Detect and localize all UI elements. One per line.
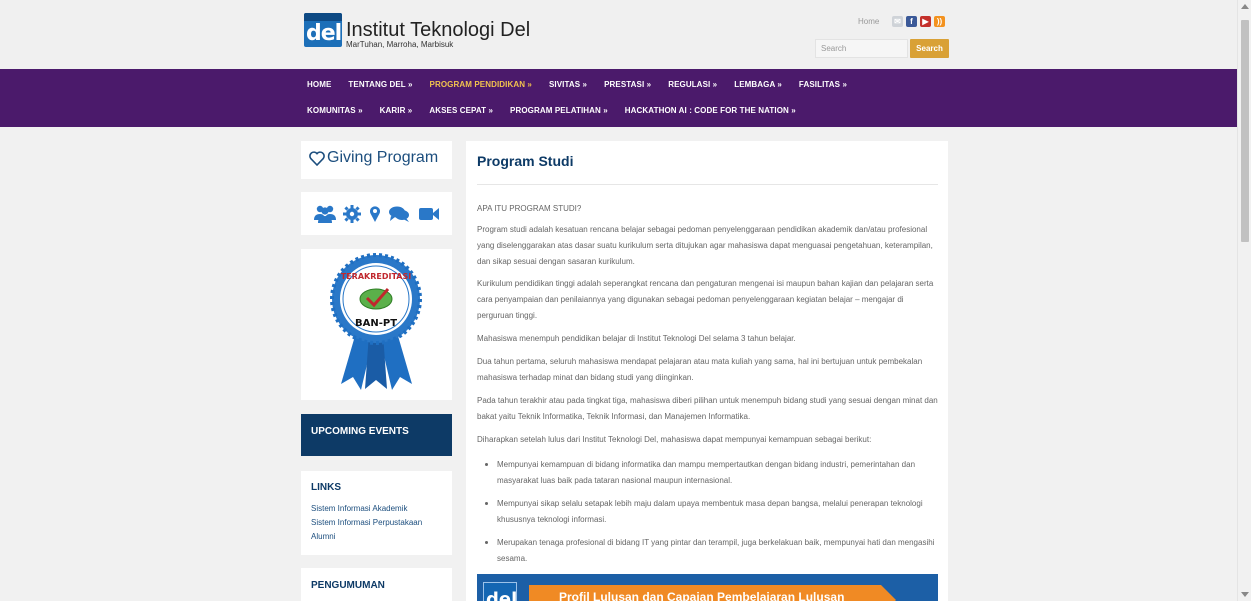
quick-icons-widget [301, 192, 452, 235]
link-sistem-informasi-akademik[interactable]: Sistem Informasi Akademik [311, 504, 407, 513]
nav-item-prestasi[interactable]: PRESTASI » [604, 80, 651, 94]
banner-logo: del [483, 582, 517, 601]
banner-title-bar: Profil Lulusan dan Capaian Pembelajaran … [529, 585, 881, 601]
search-input[interactable]: Search [815, 39, 908, 58]
link-sistem-informasi-perpustakaan[interactable]: Sistem Informasi Perpustakaan [311, 518, 422, 527]
paragraph: Diharapkan setelah lulus dari Institut T… [477, 435, 872, 444]
section-heading: APA ITU PROGRAM STUDI? [477, 204, 582, 213]
nav-item-regulasi[interactable]: REGULASI » [668, 80, 717, 94]
title-divider [477, 184, 938, 185]
nav-row-2: KOMUNITAS » KARIR » AKSES CEPAT » PROGRA… [307, 106, 813, 120]
paragraph: Program studi adalah kesatuan rencana be… [477, 225, 933, 266]
upcoming-events-widget: UPCOMING EVENTS [301, 414, 452, 456]
paragraph: Mahasiswa menempuh pendidikan belajar di… [477, 334, 796, 343]
home-link[interactable]: Home [858, 17, 879, 26]
scrollbar-thumb[interactable] [1241, 20, 1249, 242]
badge-top-text: TERAKREDITASI [341, 272, 412, 281]
users-icon[interactable] [313, 204, 337, 224]
list-item: Merupakan tenaga profesional di bidang I… [485, 535, 939, 567]
nav-row-1: HOME TENTANG DEL » PROGRAM PENDIDIKAN » … [307, 80, 864, 94]
comments-icon[interactable] [388, 204, 410, 224]
vertical-scrollbar[interactable] [1237, 0, 1251, 601]
giving-program-label: Giving Program [327, 149, 439, 166]
mail-icon[interactable]: ✉ [892, 16, 903, 27]
list-item-text: Mempunyai kemampuan di bidang informatik… [497, 460, 916, 485]
list-item: Mempunyai kemampuan di bidang informatik… [485, 457, 939, 489]
nav-item-karir[interactable]: KARIR » [380, 106, 413, 120]
badge-bottom-text: BAN-PT [355, 318, 397, 329]
banner-title: Profil Lulusan dan Capaian Pembelajaran … [559, 590, 845, 601]
accreditation-badge-widget: TERAKREDITASI BAN-PT [301, 249, 452, 400]
bullet-dot [485, 502, 488, 505]
site-subtitle: MarTuhan, Marroha, Marbisuk [346, 40, 454, 49]
site-title[interactable]: Institut Teknologi Del [346, 19, 530, 42]
main-navigation: HOME TENTANG DEL » PROGRAM PENDIDIKAN » … [0, 69, 1237, 127]
list-item: Mempunyai sikap selalu setapak lebih maj… [485, 496, 939, 528]
scroll-up-arrow[interactable] [1241, 4, 1249, 9]
nav-item-program-pelatihan[interactable]: PROGRAM PELATIHAN » [510, 106, 608, 120]
rss-icon[interactable]: )) [934, 16, 945, 27]
gear-icon[interactable] [343, 204, 361, 224]
paragraph: Dua tahun pertama, seluruh mahasiswa men… [477, 357, 923, 382]
list-item-text: Mempunyai sikap selalu setapak lebih maj… [497, 499, 923, 524]
nav-item-tentang-del[interactable]: TENTANG DEL » [348, 80, 412, 94]
banner-arrow [881, 585, 896, 601]
site-logo[interactable]: del [304, 13, 342, 47]
map-marker-icon[interactable] [369, 204, 381, 224]
paragraph: Pada tahun terakhir atau pada tingkat ti… [477, 396, 938, 421]
bullet-dot [485, 541, 488, 544]
facebook-icon[interactable]: f [906, 16, 917, 27]
nav-item-hackathon[interactable]: HACKATHON AI : CODE FOR THE NATION » [625, 106, 796, 120]
pengumuman-title: PENGUMUMAN [311, 580, 385, 591]
nav-item-sivitas[interactable]: SIVITAS » [549, 80, 587, 94]
links-title: LINKS [311, 482, 341, 493]
site-header: del Institut Teknologi Del MarTuhan, Mar… [0, 0, 1237, 69]
paragraph: Kurikulum pendidikan tinggi adalah seper… [477, 279, 934, 320]
nav-item-fasilitas[interactable]: FASILITAS » [799, 80, 847, 94]
link-alumni[interactable]: Alumni [311, 532, 335, 541]
main-content: Program Studi APA ITU PROGRAM STUDI? Pro… [466, 141, 948, 601]
giving-program-widget[interactable]: Giving Program [301, 141, 452, 179]
page-title: Program Studi [477, 153, 574, 169]
heart-icon [309, 151, 325, 166]
nav-item-komunitas[interactable]: KOMUNITAS » [307, 106, 363, 120]
nav-item-akses-cepat[interactable]: AKSES CEPAT » [429, 106, 493, 120]
scroll-down-arrow[interactable] [1241, 592, 1249, 597]
upcoming-events-title: UPCOMING EVENTS [311, 426, 409, 437]
youtube-icon[interactable]: ▶ [920, 16, 931, 27]
nav-item-program-pendidikan[interactable]: PROGRAM PENDIDIKAN » [430, 80, 532, 94]
ban-pt-accreditation-badge: TERAKREDITASI BAN-PT [330, 253, 422, 390]
list-item-text: Merupakan tenaga profesional di bidang I… [497, 538, 935, 563]
nav-item-home[interactable]: HOME [307, 80, 331, 94]
search-button[interactable]: Search [910, 39, 949, 58]
video-camera-icon[interactable] [418, 204, 440, 224]
profil-lulusan-banner[interactable]: del Profil Lulusan dan Capaian Pembelaja… [477, 574, 938, 601]
nav-item-lembaga[interactable]: LEMBAGA » [734, 80, 782, 94]
links-widget: LINKS Sistem Informasi Akademik Sistem I… [301, 471, 452, 555]
bullet-dot [485, 463, 488, 466]
pengumuman-widget: PENGUMUMAN [301, 568, 452, 601]
logo-text: del [306, 21, 342, 46]
